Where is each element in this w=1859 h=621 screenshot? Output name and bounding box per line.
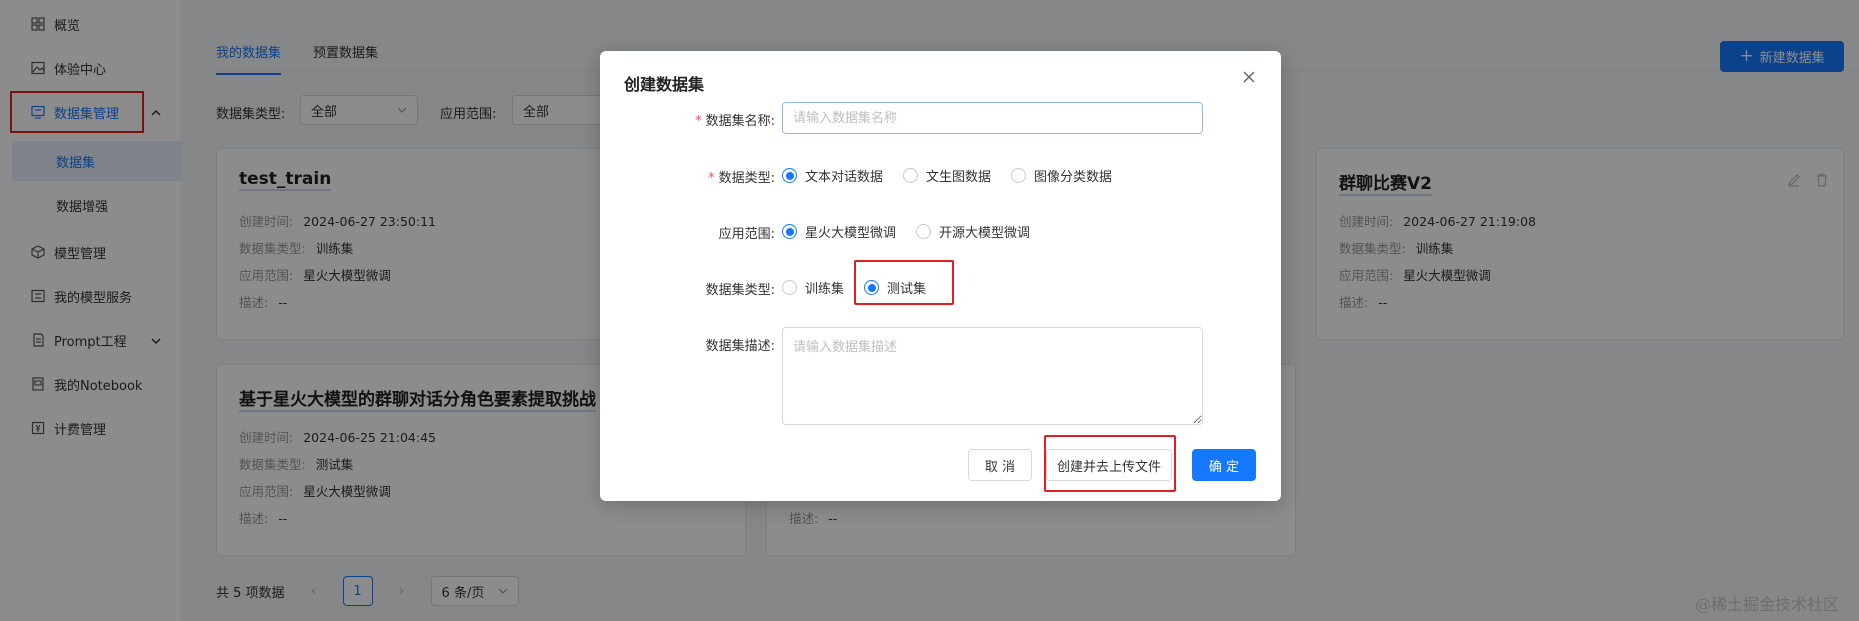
radio-test-set[interactable]: 测试集 — [864, 278, 926, 297]
radio-image-classification[interactable]: 图像分类数据 — [1011, 166, 1112, 185]
scope-label: 应用范围: — [718, 227, 775, 242]
name-label: * 数据集名称: — [695, 114, 775, 129]
radio-open-source-finetune[interactable]: 开源大模型微调 — [916, 222, 1030, 241]
data-type-radio-group: 文本对话数据 文生图数据 图像分类数据 — [782, 166, 1132, 185]
confirm-button[interactable]: 确 定 — [1192, 449, 1256, 481]
radio-text-to-image[interactable]: 文生图数据 — [903, 166, 991, 185]
radio-dot — [782, 280, 797, 295]
radio-dot — [916, 224, 932, 239]
close-icon[interactable] — [1241, 69, 1257, 85]
dialog-title: 创建数据集 — [624, 75, 705, 94]
desc-label: 数据集描述: — [705, 339, 775, 354]
data-type-label: * 数据类型: — [708, 171, 775, 186]
radio-train-set[interactable]: 训练集 — [782, 278, 844, 297]
set-type-label: 数据集类型: — [705, 283, 775, 298]
radio-dot — [903, 168, 919, 183]
radio-text-dialog[interactable]: 文本对话数据 — [782, 166, 883, 185]
radio-spark-finetune[interactable]: 星火大模型微调 — [782, 222, 896, 241]
dataset-name-input[interactable] — [782, 102, 1203, 134]
set-type-radio-group: 训练集 测试集 — [782, 278, 946, 297]
dataset-description-input[interactable] — [782, 327, 1203, 425]
radio-dot — [782, 168, 797, 183]
cancel-button[interactable]: 取 消 — [968, 449, 1032, 481]
radio-dot — [782, 224, 797, 239]
scope-radio-group: 星火大模型微调 开源大模型微调 — [782, 222, 1050, 241]
required-mark: * — [708, 171, 715, 186]
required-mark: * — [695, 114, 702, 129]
radio-dot — [1011, 168, 1027, 183]
radio-dot — [864, 280, 880, 295]
create-dataset-dialog: 创建数据集 *数据集名称: *数据类型: 文本对话数据 文生图数据 图像分类数据… — [600, 51, 1281, 501]
create-and-upload-button[interactable]: 创建并去上传文件 — [1046, 449, 1172, 481]
